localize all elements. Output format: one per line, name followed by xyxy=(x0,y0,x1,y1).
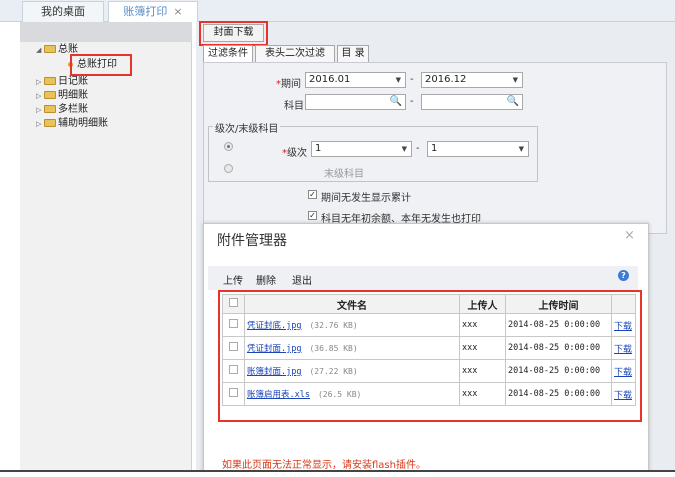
tree-label: 明细账 xyxy=(58,90,88,101)
level-from-value: 1 xyxy=(315,143,322,154)
subject-label: 科目 xyxy=(284,101,304,112)
folder-icon xyxy=(44,105,56,113)
expand-closed-icon[interactable]: ▷ xyxy=(36,90,44,102)
last-level-radio[interactable] xyxy=(224,164,233,173)
level-from-select[interactable]: 1 ▼ xyxy=(311,141,412,157)
folder-icon xyxy=(44,77,56,85)
search-icon[interactable]: 🔍 xyxy=(507,95,519,109)
close-icon[interactable]: × xyxy=(624,228,635,243)
tab-catalog[interactable]: 目 录 xyxy=(337,45,369,63)
delete-button[interactable]: 删除 xyxy=(256,272,276,287)
tree-label: 多栏账 xyxy=(58,104,88,115)
chevron-down-icon: ▼ xyxy=(401,145,407,153)
close-icon[interactable]: × xyxy=(173,5,182,18)
exit-button[interactable]: 退出 xyxy=(292,272,312,287)
folder-open-icon xyxy=(44,45,56,53)
period-label: *期间 xyxy=(276,75,301,90)
dialog-toolbar: 上传 删除 退出 xyxy=(208,266,638,290)
tree-node-detail-ledger[interactable]: ▷ 明细账 xyxy=(36,90,88,102)
tab-home-label: 我的桌面 xyxy=(41,5,85,18)
upload-button[interactable]: 上传 xyxy=(223,272,243,287)
level-to-select[interactable]: 1 ▼ xyxy=(427,141,529,157)
tab-filter-conditions[interactable]: 过滤条件 xyxy=(203,45,253,63)
last-level-label: 末级科目 xyxy=(324,169,364,180)
check-print-empty[interactable]: ✓ xyxy=(308,211,317,220)
help-icon[interactable]: ? xyxy=(618,270,629,281)
search-icon[interactable]: 🔍 xyxy=(390,95,402,109)
tab-book-print-label: 账簿打印 xyxy=(123,5,168,18)
expand-closed-icon[interactable]: ▷ xyxy=(36,76,44,88)
tree-node-journal[interactable]: ▷ 日记账 xyxy=(36,76,88,88)
range-dash: - xyxy=(416,143,420,154)
highlight-box-cover xyxy=(199,21,268,46)
check-cumulative-label: 期间无发生显示累计 xyxy=(321,193,411,204)
bottom-edge xyxy=(0,470,675,477)
subject-from-input[interactable]: 🔍 xyxy=(305,94,406,110)
level-radio[interactable] xyxy=(224,142,233,151)
period-label-text: 期间 xyxy=(281,79,301,90)
tab-home[interactable]: 我的桌面 xyxy=(22,1,104,22)
dialog-title: 附件管理器 xyxy=(217,233,287,249)
tree-node-aux-detail[interactable]: ▷ 辅助明细账 xyxy=(36,118,108,130)
level-to-value: 1 xyxy=(431,143,438,154)
level-label: *级次 xyxy=(282,144,307,159)
chevron-down-icon: ▼ xyxy=(395,76,401,84)
tab-header-refilter[interactable]: 表头二次过滤 xyxy=(255,45,335,63)
tree-header xyxy=(20,22,192,42)
tree-label: 辅助明细账 xyxy=(58,118,108,129)
period-from-value: 2016.01 xyxy=(309,74,351,85)
folder-icon xyxy=(44,119,56,127)
expand-closed-icon[interactable]: ▷ xyxy=(36,118,44,130)
chevron-down-icon: ▼ xyxy=(512,76,518,84)
range-dash: - xyxy=(410,96,414,107)
period-to-value: 2016.12 xyxy=(425,74,467,85)
check-cumulative[interactable]: ✓ xyxy=(308,190,317,199)
flash-warning: 如果此页面无法正常显示，请安装flash插件。 xyxy=(222,460,426,471)
period-from-select[interactable]: 2016.01 ▼ xyxy=(305,72,406,88)
subject-to-input[interactable]: 🔍 xyxy=(421,94,523,110)
period-to-select[interactable]: 2016.12 ▼ xyxy=(421,72,523,88)
level-group-label: 级次/末级科目 xyxy=(213,120,281,135)
level-label-text: 级次 xyxy=(287,148,307,159)
highlight-box-tree xyxy=(70,54,132,76)
tree-node-multi-column[interactable]: ▷ 多栏账 xyxy=(36,104,88,116)
tree-label: 日记账 xyxy=(58,76,88,87)
tab-book-print[interactable]: 账簿打印 × xyxy=(108,1,198,22)
highlight-box-table xyxy=(218,290,642,422)
expand-closed-icon[interactable]: ▷ xyxy=(36,104,44,116)
folder-icon xyxy=(44,91,56,99)
chevron-down-icon: ▼ xyxy=(518,145,524,153)
range-dash: - xyxy=(410,74,414,85)
expand-open-icon[interactable]: ◢ xyxy=(36,44,44,56)
